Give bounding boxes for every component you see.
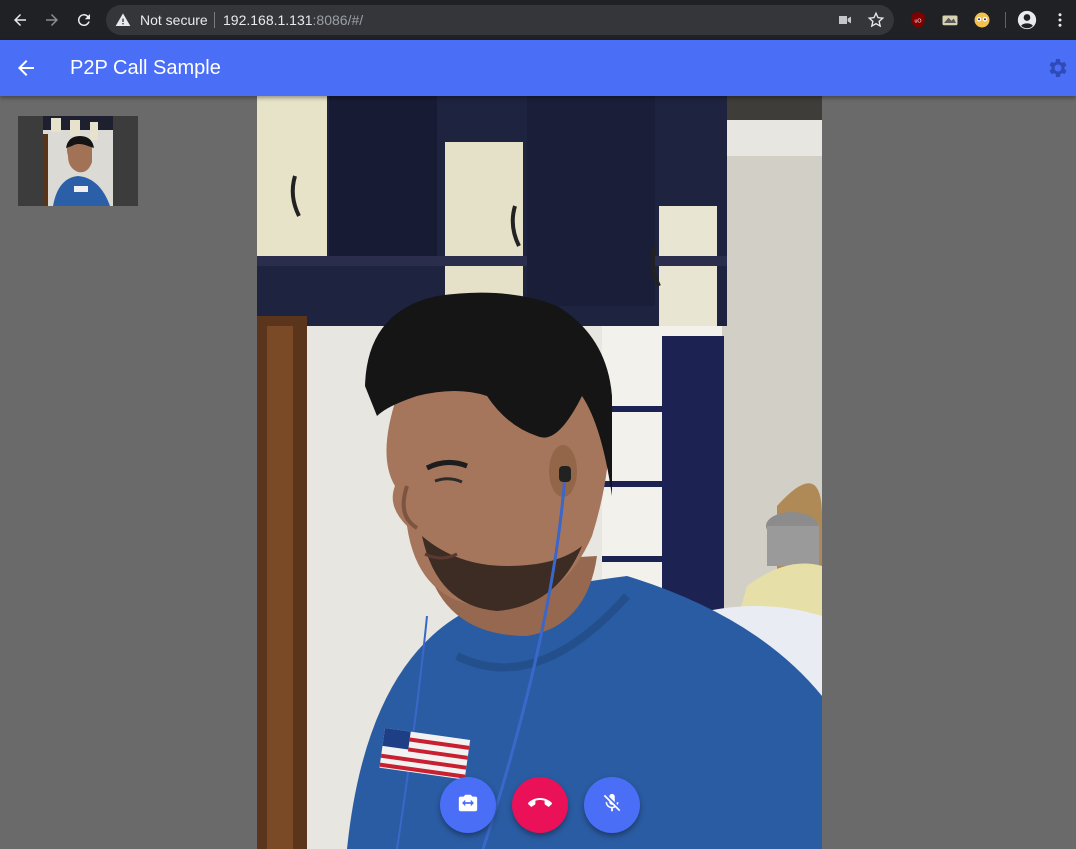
- call-end-icon: [528, 791, 552, 820]
- local-video[interactable]: [18, 116, 138, 206]
- extension-icon[interactable]: [941, 11, 959, 29]
- security-label[interactable]: Not secure: [140, 12, 208, 28]
- address-bar[interactable]: Not secure 192.168.1.131:8086/#/: [106, 5, 894, 35]
- back-arrow-icon[interactable]: [8, 8, 32, 32]
- hangup-button[interactable]: [512, 777, 568, 833]
- forward-arrow-icon[interactable]: [40, 8, 64, 32]
- settings-gear-icon[interactable]: [1045, 56, 1069, 85]
- browser-toolbar: Not secure 192.168.1.131:8086/#/ uO: [0, 0, 1076, 40]
- url-host: 192.168.1.131: [223, 12, 313, 28]
- url-text[interactable]: 192.168.1.131:8086/#/: [223, 12, 363, 28]
- arrow-back-icon[interactable]: [14, 56, 38, 85]
- switch-camera-icon: [457, 792, 479, 819]
- reload-icon[interactable]: [72, 8, 96, 32]
- star-icon[interactable]: [867, 11, 885, 34]
- separator: [214, 12, 215, 28]
- mic-off-icon: [601, 792, 623, 819]
- svg-text:uO: uO: [914, 18, 921, 24]
- local-video-frame: [18, 116, 138, 206]
- account-icon[interactable]: [1017, 10, 1037, 30]
- page-title: P2P Call Sample: [70, 57, 221, 79]
- remote-video-frame: [257, 96, 822, 849]
- extension-icon[interactable]: [973, 11, 991, 29]
- toolbar-divider: [1005, 12, 1006, 28]
- remote-video[interactable]: [257, 96, 822, 849]
- switch-camera-button[interactable]: [440, 777, 496, 833]
- mute-button[interactable]: [584, 777, 640, 833]
- camera-icon[interactable]: [837, 12, 853, 33]
- more-vert-icon[interactable]: [1051, 11, 1069, 29]
- url-path: :8086/#/: [312, 12, 364, 28]
- warning-icon: [115, 12, 131, 33]
- ublock-icon[interactable]: uO: [909, 11, 927, 29]
- app-bar: P2P Call Sample: [0, 40, 1076, 96]
